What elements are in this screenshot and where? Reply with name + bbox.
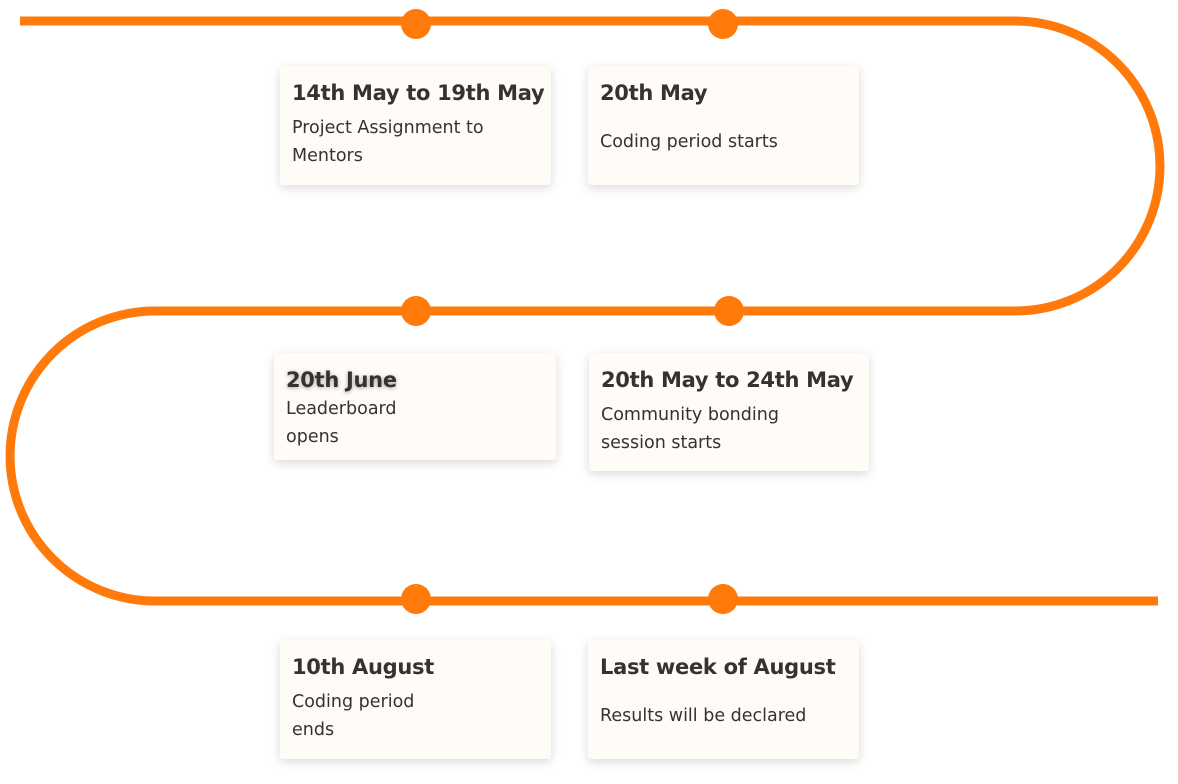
milestone-date: Last week of August	[600, 655, 836, 679]
milestone-card: 14th May to 19th May Project Assignment …	[280, 66, 551, 185]
milestone-card: 10th August Coding period ends	[280, 640, 551, 759]
milestone-dot	[708, 9, 738, 39]
milestone-date: 10th August	[292, 655, 434, 679]
milestone-date: 14th May to 19th May	[292, 81, 545, 105]
milestone-description: Coding period starts	[600, 132, 778, 152]
milestone-card: 20th May to 24th May Community bonding s…	[589, 353, 869, 471]
milestone-dot	[401, 9, 431, 39]
milestone-description: Community bonding session starts	[601, 405, 779, 453]
milestone-dot	[714, 296, 744, 326]
milestone-description: Coding period ends	[292, 692, 415, 740]
milestone-card: 20th May Coding period starts	[588, 66, 859, 185]
timeline-path	[5, 16, 1165, 606]
milestone-dot	[401, 296, 431, 326]
milestone-description: Leaderboard opens	[286, 399, 397, 447]
milestone-dot	[708, 584, 738, 614]
milestone-date: 20th May to 24th May	[601, 368, 854, 392]
milestone-card: 20th June Leaderboard opens	[274, 353, 556, 460]
milestone-description: Results will be declared	[600, 706, 807, 726]
milestone-description: Project Assignment to Mentors	[292, 118, 484, 166]
milestone-dot	[401, 584, 431, 614]
milestone-date: 20th June	[286, 368, 397, 392]
milestone-card: Last week of August Results will be decl…	[588, 640, 859, 759]
milestone-date: 20th May	[600, 81, 708, 105]
